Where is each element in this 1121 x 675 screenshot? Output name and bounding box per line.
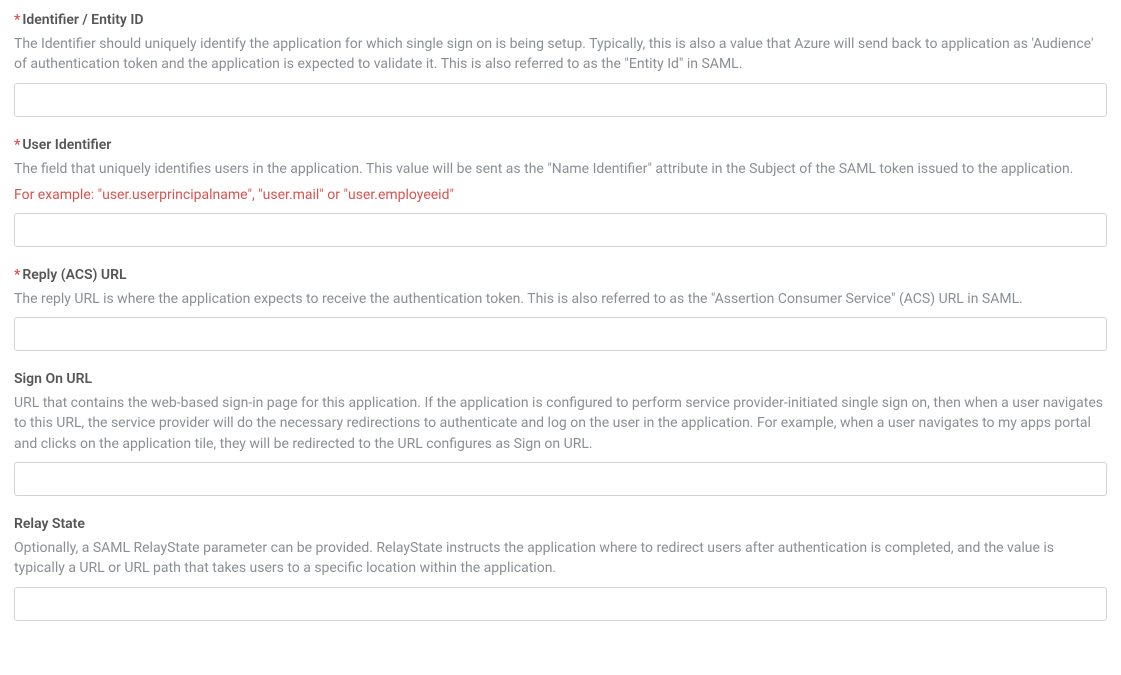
relay-state-field-group: Relay State Optionally, a SAML RelayStat… xyxy=(14,516,1107,621)
user-identifier-description: The field that uniquely identifies users… xyxy=(14,159,1107,179)
identifier-description: The Identifier should uniquely identify … xyxy=(14,34,1107,75)
relay-state-description: Optionally, a SAML RelayState parameter … xyxy=(14,538,1107,579)
user-identifier-input[interactable] xyxy=(14,213,1107,247)
reply-url-field-group: *Reply (ACS) URL The reply URL is where … xyxy=(14,267,1107,351)
relay-state-input[interactable] xyxy=(14,587,1107,621)
user-identifier-label: *User Identifier xyxy=(14,137,1107,153)
sign-on-url-label: Sign On URL xyxy=(14,371,1107,387)
user-identifier-field-group: *User Identifier The field that uniquely… xyxy=(14,137,1107,247)
user-identifier-label-text: User Identifier xyxy=(22,137,111,153)
identifier-label-text: Identifier / Entity ID xyxy=(22,12,143,28)
reply-url-description: The reply URL is where the application e… xyxy=(14,289,1107,309)
sign-on-url-input[interactable] xyxy=(14,462,1107,496)
reply-url-label-text: Reply (ACS) URL xyxy=(22,267,126,283)
sign-on-url-field-group: Sign On URL URL that contains the web-ba… xyxy=(14,371,1107,496)
identifier-label: *Identifier / Entity ID xyxy=(14,12,1107,28)
required-star: * xyxy=(14,137,20,153)
relay-state-label: Relay State xyxy=(14,516,1107,532)
identifier-input[interactable] xyxy=(14,83,1107,117)
sign-on-url-label-text: Sign On URL xyxy=(14,371,92,387)
user-identifier-example: For example: "user.userprincipalname", "… xyxy=(14,187,1107,203)
sign-on-url-description: URL that contains the web-based sign-in … xyxy=(14,393,1107,454)
reply-url-label: *Reply (ACS) URL xyxy=(14,267,1107,283)
reply-url-input[interactable] xyxy=(14,317,1107,351)
required-star: * xyxy=(14,12,20,28)
relay-state-label-text: Relay State xyxy=(14,516,85,532)
identifier-field-group: *Identifier / Entity ID The Identifier s… xyxy=(14,12,1107,117)
required-star: * xyxy=(14,267,20,283)
